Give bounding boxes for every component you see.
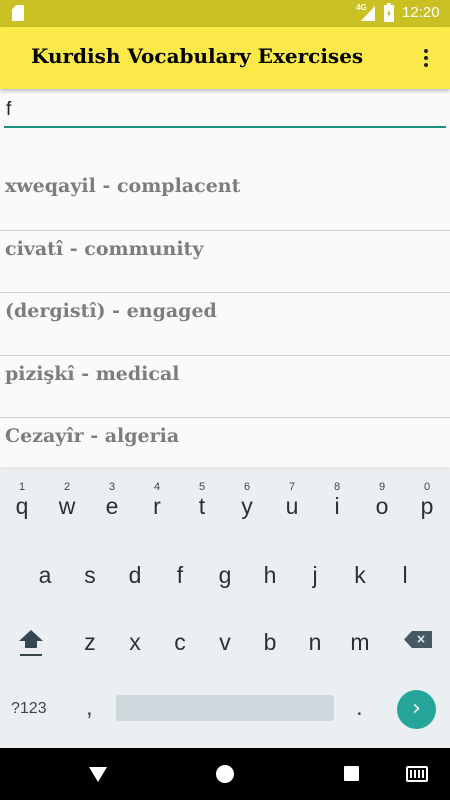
key-b[interactable]: b [252,629,288,656]
key-o[interactable]: 9o [364,481,400,520]
key-f[interactable]: f [162,562,198,589]
key-z[interactable]: z [72,629,108,656]
list-item-label: Cezayîr - algeria [5,425,180,447]
signal-icon [361,6,375,21]
app-bar: Kurdish Vocabulary Exercises [0,27,450,89]
period-key[interactable]: . [356,694,363,722]
key-m[interactable]: m [342,629,378,656]
list-item-label: xweqayil - complacent [5,175,241,197]
key-w[interactable]: 2w [49,481,85,520]
symbols-key[interactable]: ?123 [11,700,47,718]
keyboard-icon[interactable] [406,766,428,782]
key-t[interactable]: 5t [184,481,220,520]
list-item[interactable]: civatî - community [0,231,450,293]
home-icon[interactable] [216,765,234,783]
list-item-label: civatî - community [5,237,204,260]
status-time: 12:20 [402,4,440,21]
key-y[interactable]: 6y [229,481,265,520]
key-l[interactable]: l [387,562,423,589]
key-a[interactable]: a [27,562,63,589]
navigation-bar [0,748,450,800]
key-s[interactable]: s [72,562,108,589]
status-bar: 4G 12:20 [0,0,450,27]
list-item-label: pizişkî - medical [5,362,180,385]
sd-card-icon [12,5,24,21]
comma-key[interactable]: , [86,694,93,722]
key-v[interactable]: v [207,629,243,656]
key-h[interactable]: h [252,562,288,589]
recents-icon[interactable] [344,766,359,781]
search-input[interactable] [4,98,446,128]
key-r[interactable]: 4r [139,481,175,520]
key-e[interactable]: 3e [94,481,130,520]
key-g[interactable]: g [207,562,243,589]
key-j[interactable]: j [297,562,333,589]
battery-charging-icon [384,3,394,22]
key-n[interactable]: n [297,629,333,656]
app-title: Kurdish Vocabulary Exercises [31,44,364,68]
key-q[interactable]: 1q [4,481,40,520]
list-item[interactable]: (dergistî) - engaged [0,293,450,356]
result-list: xweqayil - complacent civatî - community… [0,168,450,481]
list-item[interactable]: xweqayil - complacent [0,168,450,231]
key-u[interactable]: 7u [274,481,310,520]
key-d[interactable]: d [117,562,153,589]
go-icon[interactable]: › [397,690,436,729]
shift-icon[interactable] [17,630,45,660]
list-item[interactable]: pizişkî - medical [0,356,450,418]
key-p[interactable]: 0p [409,481,445,520]
back-icon[interactable] [89,767,107,782]
list-item-label: (dergistî) - engaged [5,300,217,322]
key-k[interactable]: k [342,562,378,589]
key-i[interactable]: 8i [319,481,355,520]
spacebar[interactable] [116,695,334,721]
key-c[interactable]: c [162,629,198,656]
key-x[interactable]: x [117,629,153,656]
overflow-menu-icon[interactable] [412,44,440,72]
